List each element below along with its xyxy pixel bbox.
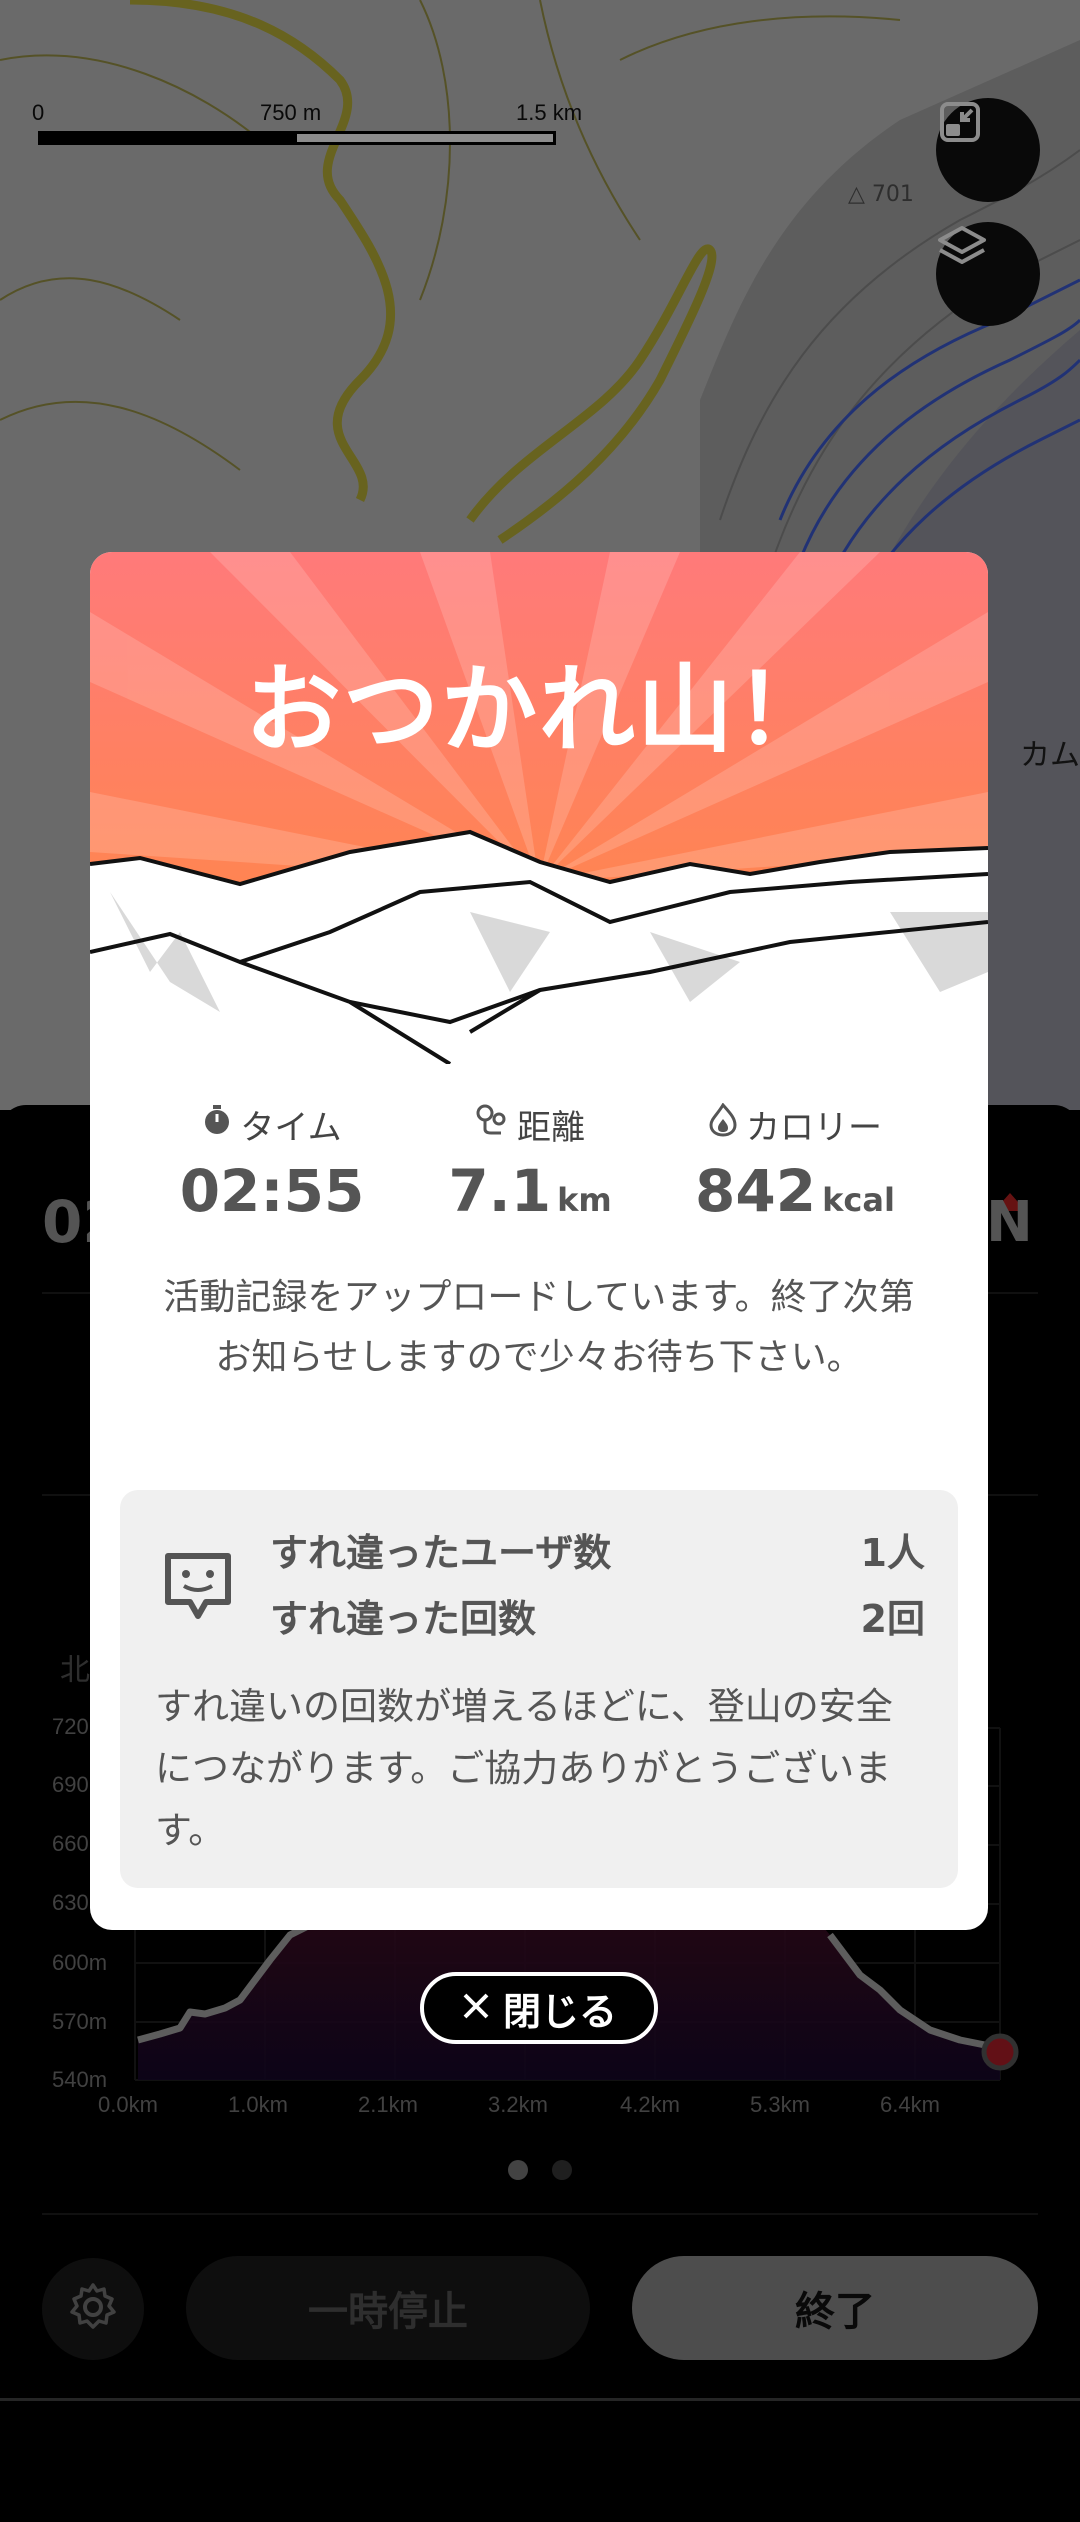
mountain-illustration xyxy=(90,552,988,1064)
upload-message: 活動記録をアップロードしています。終了次第お知らせしますので少々お待ち下さい。 xyxy=(163,1277,915,1378)
stat-calories: カロリー 842 kcal xyxy=(670,1100,920,1225)
stat-time-value: 02:55 xyxy=(179,1157,365,1225)
close-icon xyxy=(461,1986,491,2030)
passing-info-panel: すれ違ったユーザ数 1人 すれ違った回数 2回 すれ違いの回数が増えるほどに、登… xyxy=(120,1490,958,1888)
passed-users-value: 1人 xyxy=(860,1531,925,1575)
stat-time: タイム 02:55 xyxy=(172,1100,372,1225)
route-pin-icon xyxy=(475,1103,509,1146)
stat-time-label: タイム xyxy=(240,1108,342,1148)
stat-distance-unit: km xyxy=(557,1181,612,1219)
close-label: 閉じる xyxy=(502,1989,617,2034)
passing-note: すれ違いの回数が増えるほどに、登山の安全につながります。ご協力ありがとうございま… xyxy=(155,1685,893,1852)
passed-users-label: すれ違ったユーザ数 xyxy=(270,1531,612,1575)
stat-distance: 距離 7.1 km xyxy=(430,1100,630,1225)
stat-distance-label: 距離 xyxy=(517,1108,585,1148)
passed-count-label: すれ違った回数 xyxy=(270,1597,537,1641)
stat-calories-value: 842 xyxy=(695,1157,817,1225)
finish-dialog: おつかれ山！ タイム 02:55 距離 7.1 km カロリー 842 kcal 活… xyxy=(90,552,988,1930)
stopwatch-icon xyxy=(202,1104,232,1145)
stat-distance-value: 7.1 xyxy=(448,1157,552,1225)
close-button[interactable]: 閉じる xyxy=(420,1972,658,2044)
stat-calories-label: カロリー xyxy=(746,1108,882,1148)
dialog-title: おつかれ山！ xyxy=(245,654,833,766)
passing-face-icon xyxy=(160,1548,236,1628)
passed-count-value: 2回 xyxy=(860,1597,925,1641)
flame-icon xyxy=(708,1102,738,1146)
stat-calories-unit: kcal xyxy=(822,1181,895,1219)
